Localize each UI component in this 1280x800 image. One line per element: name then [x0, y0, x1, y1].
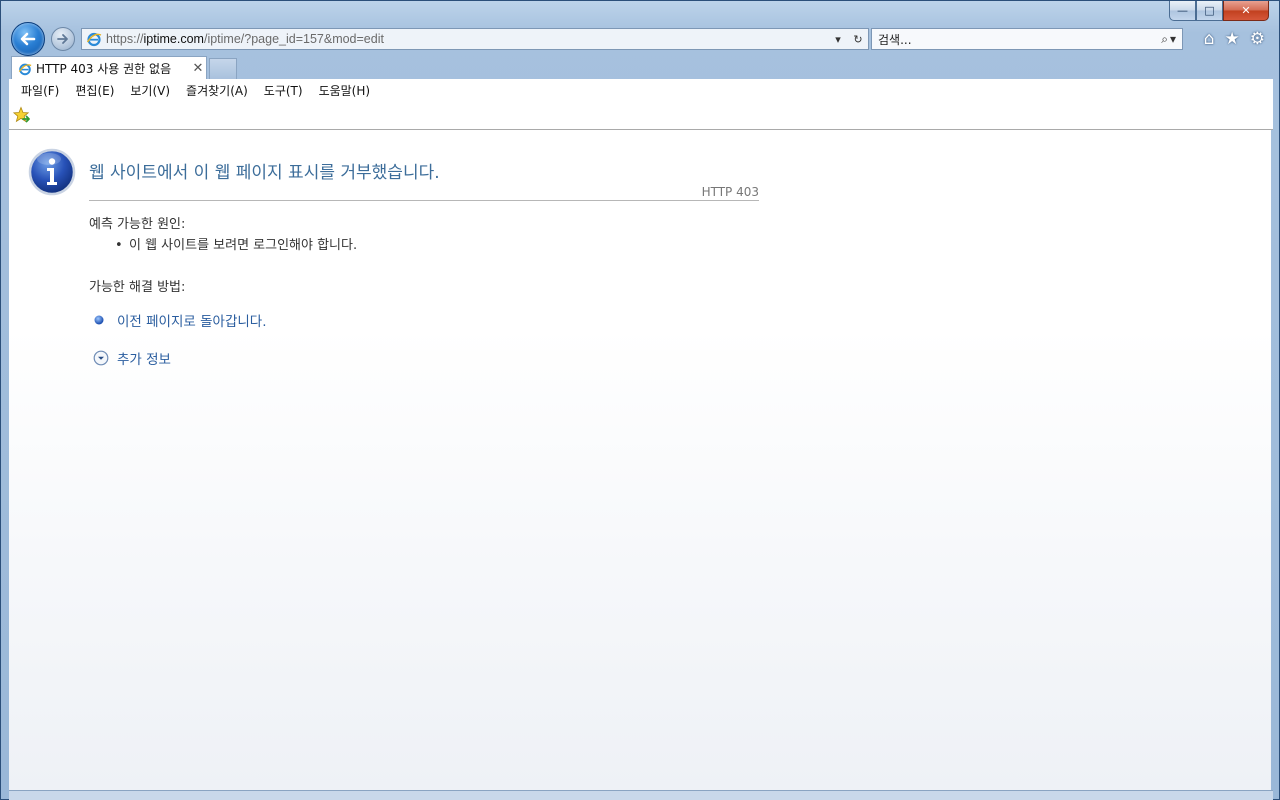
go-back-link-text[interactable]: 이전 페이지로 돌아갑니다. [117, 310, 267, 330]
more-info-link[interactable]: 추가 정보 [93, 348, 171, 368]
close-window-button[interactable]: ✕ [1223, 1, 1269, 21]
search-dropdown-icon[interactable]: ▾ [1170, 32, 1176, 46]
causes-label: 예측 가능한 원인: [89, 217, 186, 232]
address-bar[interactable]: https://iptime.com/iptime/?page_id=157&m… [81, 28, 869, 50]
favorites-star-icon[interactable]: ★ [1225, 29, 1240, 49]
maximize-button[interactable]: □ [1196, 1, 1223, 21]
back-button[interactable] [11, 22, 45, 56]
tools-gear-icon[interactable]: ⚙ [1250, 29, 1265, 49]
expand-chevron-icon [93, 350, 109, 366]
address-dropdown-icon[interactable]: ▾ [828, 33, 848, 46]
cause-text: 이 웹 사이트를 보려면 로그인해야 합니다. [129, 238, 358, 253]
more-info-link-text[interactable]: 추가 정보 [117, 348, 171, 368]
minimize-button[interactable]: — [1169, 1, 1196, 21]
tab-http-403[interactable]: HTTP 403 사용 권한 없음 ✕ [11, 56, 207, 80]
search-input[interactable]: 검색... [878, 31, 1161, 48]
home-icon[interactable]: ⌂ [1204, 29, 1215, 49]
info-icon [28, 148, 76, 196]
page-content: 웹 사이트에서 이 웹 페이지 표시를 거부했습니다. HTTP 403 예측 … [9, 130, 1271, 790]
menu-help[interactable]: 도움말(H) [311, 82, 379, 99]
address-host: iptime.com [143, 32, 204, 46]
status-bar [9, 790, 1273, 800]
cause-item: • 이 웹 사이트를 보려면 로그인해야 합니다. [115, 234, 357, 253]
http-status-code: HTTP 403 [701, 185, 759, 199]
blue-bullet-icon [94, 315, 104, 325]
menu-tools[interactable]: 도구(T) [256, 82, 311, 99]
refresh-icon[interactable]: ↻ [848, 33, 868, 46]
command-area: 파일(F) 편집(E) 보기(V) 즐겨찾기(A) 도구(T) 도움말(H) [9, 79, 1273, 130]
address-path: /iptime/?page_id=157&mod=edit [203, 32, 384, 46]
ie-logo-icon [18, 63, 32, 75]
favorites-bar [9, 101, 1273, 129]
browser-toolbar-icons: ⌂ ★ ⚙ [1204, 29, 1265, 49]
menu-edit[interactable]: 편집(E) [67, 82, 122, 99]
menu-favorites[interactable]: 즐겨찾기(A) [178, 82, 256, 99]
window-controls: — □ ✕ [1169, 1, 1269, 21]
solutions-label: 가능한 해결 방법: [89, 280, 186, 295]
bullet-dot: • [115, 238, 123, 253]
tab-title: HTTP 403 사용 권한 없음 [36, 62, 172, 76]
forward-arrow-icon [57, 34, 68, 44]
browser-window: — □ ✕ https://iptime.com/iptime/?page_id… [0, 0, 1280, 800]
forward-button[interactable] [51, 27, 75, 51]
address-prefix: https:// [106, 32, 144, 46]
menu-view[interactable]: 보기(V) [122, 82, 178, 99]
tab-strip: HTTP 403 사용 권한 없음 ✕ [9, 55, 1273, 80]
go-back-link[interactable]: 이전 페이지로 돌아갑니다. [93, 310, 267, 330]
back-arrow-icon [20, 32, 36, 46]
navigation-bar: https://iptime.com/iptime/?page_id=157&m… [9, 21, 1273, 57]
menu-bar: 파일(F) 편집(E) 보기(V) 즐겨찾기(A) 도구(T) 도움말(H) [9, 79, 1273, 101]
page-title: 웹 사이트에서 이 웹 페이지 표시를 거부했습니다. [89, 163, 440, 183]
search-icon[interactable]: ⌕ [1161, 32, 1168, 47]
heading-divider [89, 200, 759, 201]
address-url[interactable]: https://iptime.com/iptime/?page_id=157&m… [106, 32, 828, 46]
search-box[interactable]: 검색... ⌕ ▾ [871, 28, 1183, 50]
menu-file[interactable]: 파일(F) [13, 82, 67, 99]
add-to-favorites-bar-icon[interactable] [13, 106, 31, 124]
tab-close-icon[interactable]: ✕ [190, 61, 206, 76]
ie-logo-icon [86, 32, 102, 47]
new-tab-button[interactable] [209, 58, 237, 79]
